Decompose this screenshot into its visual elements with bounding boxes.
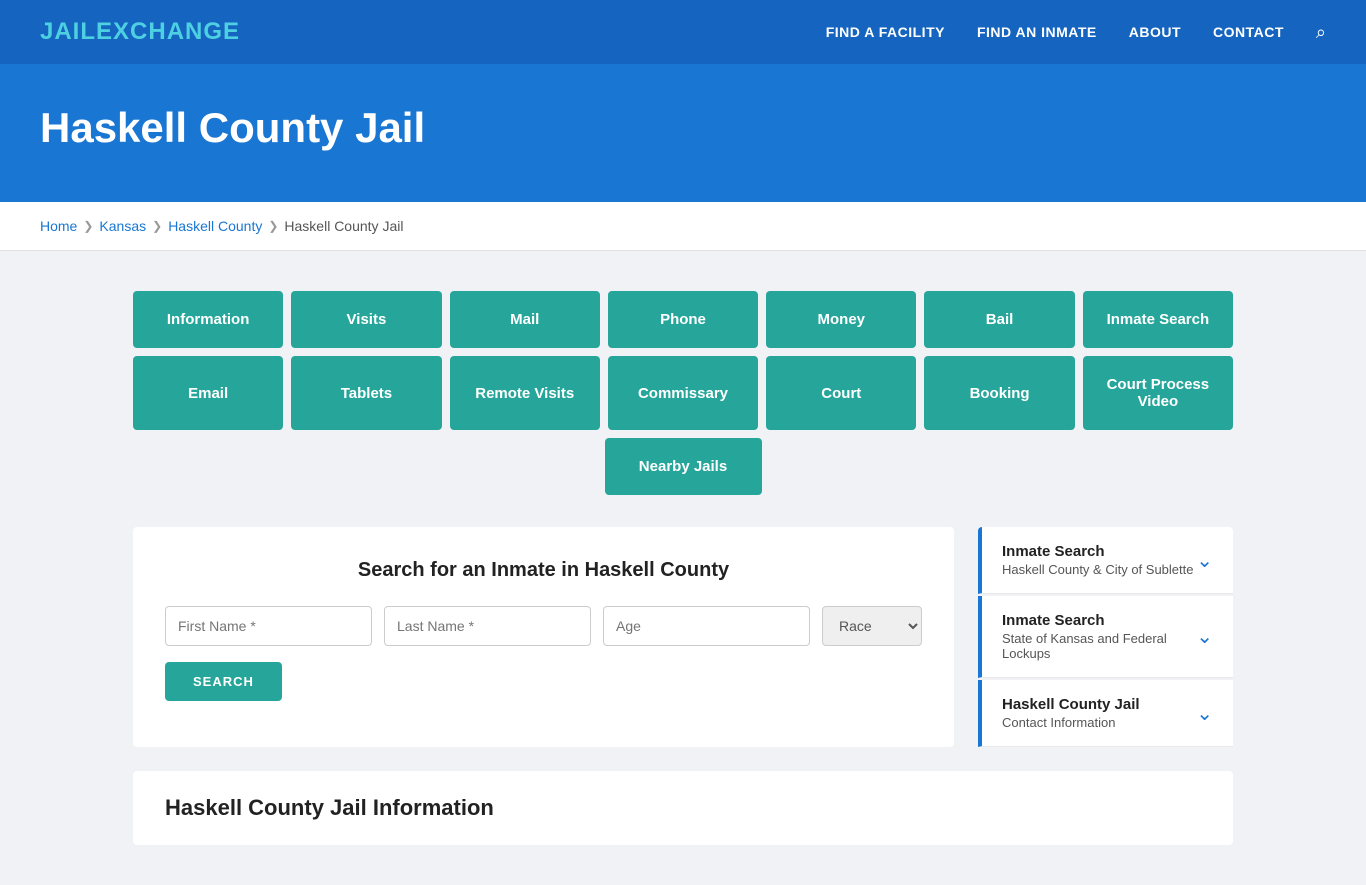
hero-section: Haskell County Jail (0, 64, 1366, 202)
btn-mail[interactable]: Mail (450, 291, 600, 348)
search-title: Search for an Inmate in Haskell County (165, 559, 922, 582)
btn-email[interactable]: Email (133, 356, 283, 430)
breadcrumb-home[interactable]: Home (40, 218, 77, 234)
card-text-contact: Haskell County Jail Contact Information (1002, 696, 1140, 730)
sidebar-card-contact-title: Haskell County Jail (1002, 696, 1140, 713)
sidebar-card-haskell-title: Inmate Search (1002, 543, 1193, 560)
card-text-haskell: Inmate Search Haskell County & City of S… (1002, 543, 1193, 577)
last-name-input[interactable] (384, 606, 591, 646)
race-select[interactable]: Race White Black Hispanic Asian Other (822, 606, 922, 646)
btn-phone[interactable]: Phone (608, 291, 758, 348)
sidebar-card-kansas-title: Inmate Search (1002, 612, 1196, 629)
inmate-search-panel: Search for an Inmate in Haskell County R… (133, 527, 954, 747)
grid-row-1: Information Visits Mail Phone Money Bail… (133, 291, 1233, 348)
breadcrumb-kansas[interactable]: Kansas (99, 218, 146, 234)
btn-information[interactable]: Information (133, 291, 283, 348)
breadcrumb-sep-3: ❯ (268, 219, 278, 233)
breadcrumb-sep-2: ❯ (152, 219, 162, 233)
sidebar: Inmate Search Haskell County & City of S… (978, 527, 1233, 747)
nav-contact[interactable]: CONTACT (1213, 24, 1284, 40)
chevron-down-icon-3: ⌄ (1196, 701, 1213, 726)
chevron-down-icon-2: ⌄ (1196, 624, 1213, 649)
btn-booking[interactable]: Booking (924, 356, 1074, 430)
nav-about[interactable]: ABOUT (1129, 24, 1181, 40)
search-button[interactable]: SEARCH (165, 662, 282, 701)
logo-jail: JAIL (40, 18, 96, 45)
first-name-input[interactable] (165, 606, 372, 646)
btn-court-process-video[interactable]: Court Process Video (1083, 356, 1233, 430)
chevron-down-icon: ⌄ (1196, 548, 1213, 573)
search-fields: Race White Black Hispanic Asian Other (165, 606, 922, 646)
main-row: Search for an Inmate in Haskell County R… (133, 527, 1233, 747)
btn-tablets[interactable]: Tablets (291, 356, 441, 430)
btn-visits[interactable]: Visits (291, 291, 441, 348)
sidebar-card-kansas-subtitle: State of Kansas and Federal Lockups (1002, 631, 1196, 661)
btn-bail[interactable]: Bail (924, 291, 1074, 348)
sidebar-card-kansas-search[interactable]: Inmate Search State of Kansas and Federa… (978, 596, 1233, 678)
search-icon[interactable]: ⌕ (1316, 22, 1326, 43)
site-header: JAILEXCHANGE FIND A FACILITY FIND AN INM… (0, 0, 1366, 64)
page-title: Haskell County Jail (40, 104, 1326, 152)
breadcrumb-current: Haskell County Jail (284, 218, 403, 234)
sidebar-card-contact-subtitle: Contact Information (1002, 715, 1140, 730)
sidebar-card-contact[interactable]: Haskell County Jail Contact Information … (978, 680, 1233, 747)
info-section: Haskell County Jail Information (133, 771, 1233, 845)
btn-inmate-search[interactable]: Inmate Search (1083, 291, 1233, 348)
breadcrumb-sep-1: ❯ (83, 219, 93, 233)
main-nav: FIND A FACILITY FIND AN INMATE ABOUT CON… (826, 22, 1326, 43)
btn-commissary[interactable]: Commissary (608, 356, 758, 430)
breadcrumb-haskell-county[interactable]: Haskell County (168, 218, 262, 234)
breadcrumb: Home ❯ Kansas ❯ Haskell County ❯ Haskell… (40, 218, 1326, 234)
info-title: Haskell County Jail Information (165, 795, 1201, 821)
age-input[interactable] (603, 606, 810, 646)
breadcrumb-bar: Home ❯ Kansas ❯ Haskell County ❯ Haskell… (0, 202, 1366, 251)
btn-nearby-jails[interactable]: Nearby Jails (605, 438, 762, 495)
btn-money[interactable]: Money (766, 291, 916, 348)
nav-find-inmate[interactable]: FIND AN INMATE (977, 24, 1097, 40)
card-text-kansas: Inmate Search State of Kansas and Federa… (1002, 612, 1196, 661)
sidebar-card-haskell-search[interactable]: Inmate Search Haskell County & City of S… (978, 527, 1233, 594)
btn-court[interactable]: Court (766, 356, 916, 430)
nav-find-facility[interactable]: FIND A FACILITY (826, 24, 945, 40)
site-logo[interactable]: JAILEXCHANGE (40, 18, 240, 46)
sidebar-card-haskell-subtitle: Haskell County & City of Sublette (1002, 562, 1193, 577)
grid-row-3: Nearby Jails (133, 438, 1233, 495)
grid-row-2: Email Tablets Remote Visits Commissary C… (133, 356, 1233, 430)
main-content: Information Visits Mail Phone Money Bail… (0, 251, 1366, 885)
logo-exchange: EXCHANGE (96, 18, 240, 45)
btn-remote-visits[interactable]: Remote Visits (450, 356, 600, 430)
